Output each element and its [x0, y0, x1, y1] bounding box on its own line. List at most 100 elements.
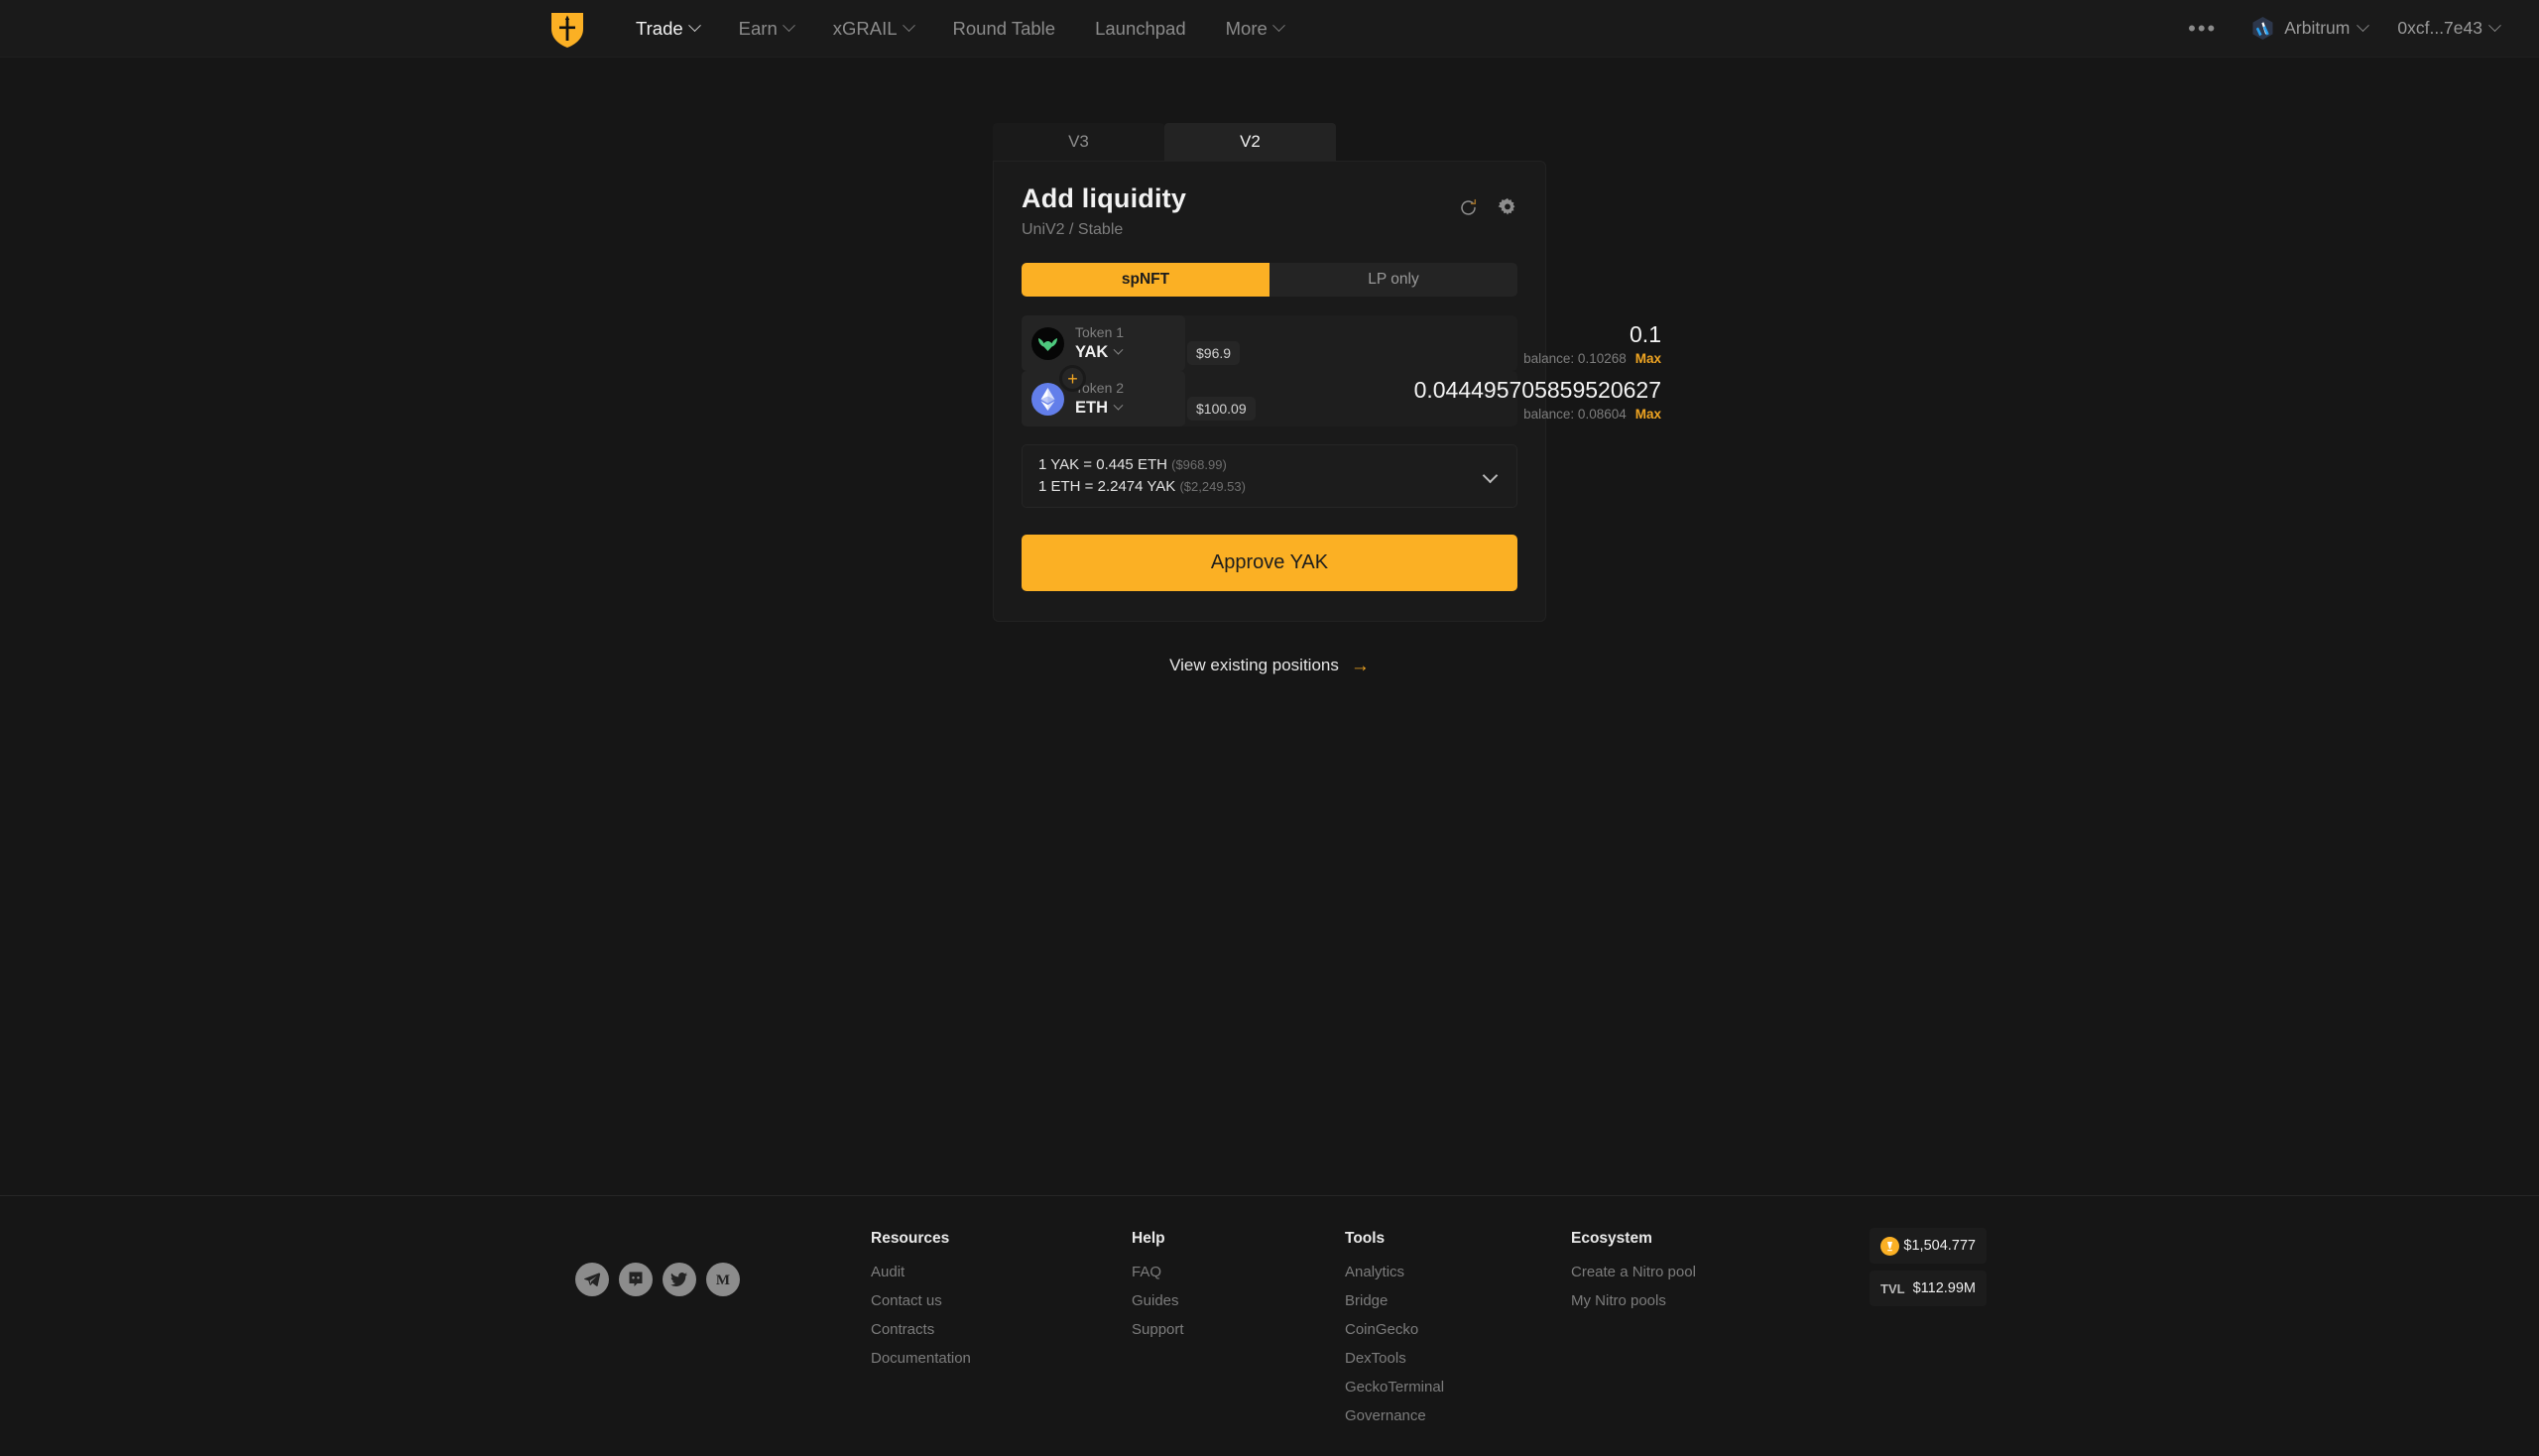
discord-icon[interactable] — [619, 1263, 653, 1296]
liquidity-mode-toggle: spNFT LP only — [1022, 263, 1517, 297]
footer-link[interactable]: Bridge — [1345, 1292, 1444, 1309]
footer-link[interactable]: Documentation — [871, 1350, 971, 1367]
token-amount-group-2: balance: 0.08604 Max — [1185, 376, 1661, 422]
token-balance-line-1: balance: 0.10268 Max — [1523, 351, 1661, 366]
tab-v2[interactable]: V2 — [1164, 123, 1336, 161]
exchange-rate-panel[interactable]: 1 YAK = 0.445 ETH ($968.99) 1 ETH = 2.24… — [1022, 444, 1517, 508]
nav-item-more[interactable]: More — [1206, 18, 1303, 40]
yak-token-icon — [1031, 326, 1064, 360]
exchange-rate-line-1-text: 1 YAK = 0.445 ETH — [1038, 456, 1167, 473]
chevron-down-icon — [2357, 19, 2370, 33]
top-navigation-bar: Trade Earn xGRAIL Round Table Launchpad … — [0, 0, 2539, 58]
exchange-rate-line-1: 1 YAK = 0.445 ETH ($968.99) — [1038, 456, 1246, 473]
max-button-1[interactable]: Max — [1635, 351, 1661, 366]
footer-link[interactable]: Analytics — [1345, 1264, 1444, 1280]
telegram-icon[interactable] — [575, 1263, 609, 1296]
token-row: Token 2 ETH $100.09 balance: 0.08604 M — [1022, 371, 1661, 426]
nav-item-xgrail-label: xGRAIL — [832, 17, 898, 39]
footer-link[interactable]: CoinGecko — [1345, 1321, 1444, 1338]
chevron-down-icon[interactable] — [1482, 467, 1499, 484]
chevron-down-icon — [1113, 400, 1124, 411]
chain-selector[interactable]: Arbitrum — [2235, 16, 2383, 41]
nav-item-earn[interactable]: Earn — [719, 18, 813, 40]
nav-item-launchpad-label: Launchpad — [1095, 17, 1186, 39]
footer-stats: $1,504.777 TVL $112.99M — [1870, 1228, 1987, 1313]
footer-column-title: Tools — [1345, 1230, 1386, 1247]
footer-column-help: Help FAQ Guides Support — [1132, 1230, 1184, 1350]
view-existing-positions-label: View existing positions — [1169, 656, 1339, 674]
nav-center-group: Trade Earn xGRAIL Round Table Launchpad … — [548, 9, 1303, 49]
nav-right-group: ••• Arbitrum 0xcf...7e43 — [2170, 16, 2513, 41]
chevron-down-icon — [1113, 344, 1124, 355]
footer-social-links: M — [575, 1263, 740, 1296]
camelot-shield-sword-logo[interactable] — [548, 9, 586, 49]
chevron-down-icon — [2488, 19, 2501, 33]
twitter-icon[interactable] — [663, 1263, 696, 1296]
token-balance-label-1: balance: 0.10268 — [1523, 350, 1627, 366]
add-liquidity-panel: V3 V2 Add liquidity UniV2 / Stable spNFT… — [993, 123, 1661, 675]
refresh-icon[interactable] — [1459, 198, 1478, 222]
approve-button[interactable]: Approve YAK — [1022, 535, 1517, 591]
footer-link[interactable]: Contact us — [871, 1292, 971, 1309]
mode-tab-lp-only-label: LP only — [1368, 271, 1419, 288]
exchange-rate-line-2-usd: ($2,249.53) — [1179, 479, 1246, 494]
card-header: Add liquidity UniV2 / Stable — [1022, 183, 1517, 239]
footer-link[interactable]: My Nitro pools — [1571, 1292, 1696, 1309]
arbitrum-icon — [2250, 16, 2275, 41]
token-selector-2[interactable]: Token 2 ETH — [1022, 371, 1185, 426]
stat-tvl-label: TVL — [1880, 1280, 1905, 1296]
nav-item-more-label: More — [1225, 17, 1268, 39]
footer-link[interactable]: Audit — [871, 1264, 971, 1280]
wallet-address-label: 0xcf...7e43 — [2397, 18, 2482, 38]
main-content: V3 V2 Add liquidity UniV2 / Stable spNFT… — [0, 58, 2539, 1194]
footer-link[interactable]: Support — [1132, 1321, 1184, 1338]
footer-link[interactable]: Create a Nitro pool — [1571, 1264, 1696, 1280]
footer-column-resources: Resources Audit Contact us Contracts Doc… — [871, 1230, 971, 1379]
exchange-rate-lines: 1 YAK = 0.445 ETH ($968.99) 1 ETH = 2.24… — [1038, 456, 1246, 495]
tab-v3[interactable]: V3 — [993, 123, 1164, 161]
mode-tab-lp-only[interactable]: LP only — [1270, 263, 1517, 297]
token-amount-input-1[interactable] — [1185, 320, 1661, 348]
token-slot-label-1: Token 1 — [1075, 324, 1125, 341]
nav-item-launchpad[interactable]: Launchpad — [1075, 18, 1206, 40]
nav-item-round-table[interactable]: Round Table — [933, 18, 1076, 40]
token-usd-value-1: $96.9 — [1187, 341, 1241, 365]
token-amount-input-2[interactable] — [1185, 376, 1661, 404]
plus-icon[interactable]: + — [1059, 365, 1086, 392]
chevron-down-icon — [902, 19, 915, 33]
card-header-text: Add liquidity UniV2 / Stable — [1022, 183, 1186, 239]
max-button-2[interactable]: Max — [1635, 407, 1661, 422]
footer-link[interactable]: Contracts — [871, 1321, 971, 1338]
wallet-address-button[interactable]: 0xcf...7e43 — [2383, 18, 2513, 39]
token-selector-1[interactable]: Token 1 YAK — [1022, 315, 1185, 371]
token-amount-group-1: balance: 0.10268 Max — [1185, 320, 1661, 366]
footer-column-ecosystem: Ecosystem Create a Nitro pool My Nitro p… — [1571, 1230, 1696, 1321]
ethereum-token-icon — [1031, 382, 1064, 416]
stat-grail-price-value: $1,504.777 — [1903, 1238, 1976, 1254]
footer-inner — [0, 1196, 2539, 1456]
exchange-rate-line-2-text: 1 ETH = 2.2474 YAK — [1038, 478, 1176, 495]
chevron-down-icon — [782, 19, 795, 33]
stat-tvl-value: $112.99M — [1912, 1280, 1976, 1296]
mode-tab-spnft[interactable]: spNFT — [1022, 263, 1270, 297]
footer-link[interactable]: Guides — [1132, 1292, 1184, 1309]
tab-v2-label: V2 — [1240, 132, 1261, 151]
footer-link[interactable]: Governance — [1345, 1407, 1444, 1424]
footer-link[interactable]: DexTools — [1345, 1350, 1444, 1367]
view-existing-positions-link[interactable]: View existing positions → — [993, 656, 1546, 675]
medium-icon[interactable]: M — [706, 1263, 740, 1296]
token-balance-line-2: balance: 0.08604 Max — [1523, 407, 1661, 422]
nav-item-xgrail[interactable]: xGRAIL — [813, 18, 933, 40]
footer-column-title: Help — [1132, 1230, 1165, 1247]
chevron-down-icon — [687, 19, 701, 33]
gear-icon[interactable] — [1498, 197, 1517, 222]
nav-item-trade[interactable]: Trade — [616, 18, 719, 40]
overflow-menu-icon[interactable]: ••• — [2170, 17, 2235, 39]
footer-column-title: Resources — [871, 1230, 950, 1247]
site-footer — [0, 1195, 2539, 1456]
exchange-rate-line-1-usd: ($968.99) — [1171, 457, 1227, 472]
add-liquidity-card: Add liquidity UniV2 / Stable spNFT LP on… — [993, 161, 1661, 622]
chain-label: Arbitrum — [2284, 18, 2351, 38]
footer-link[interactable]: GeckoTerminal — [1345, 1379, 1444, 1395]
footer-link[interactable]: FAQ — [1132, 1264, 1184, 1280]
